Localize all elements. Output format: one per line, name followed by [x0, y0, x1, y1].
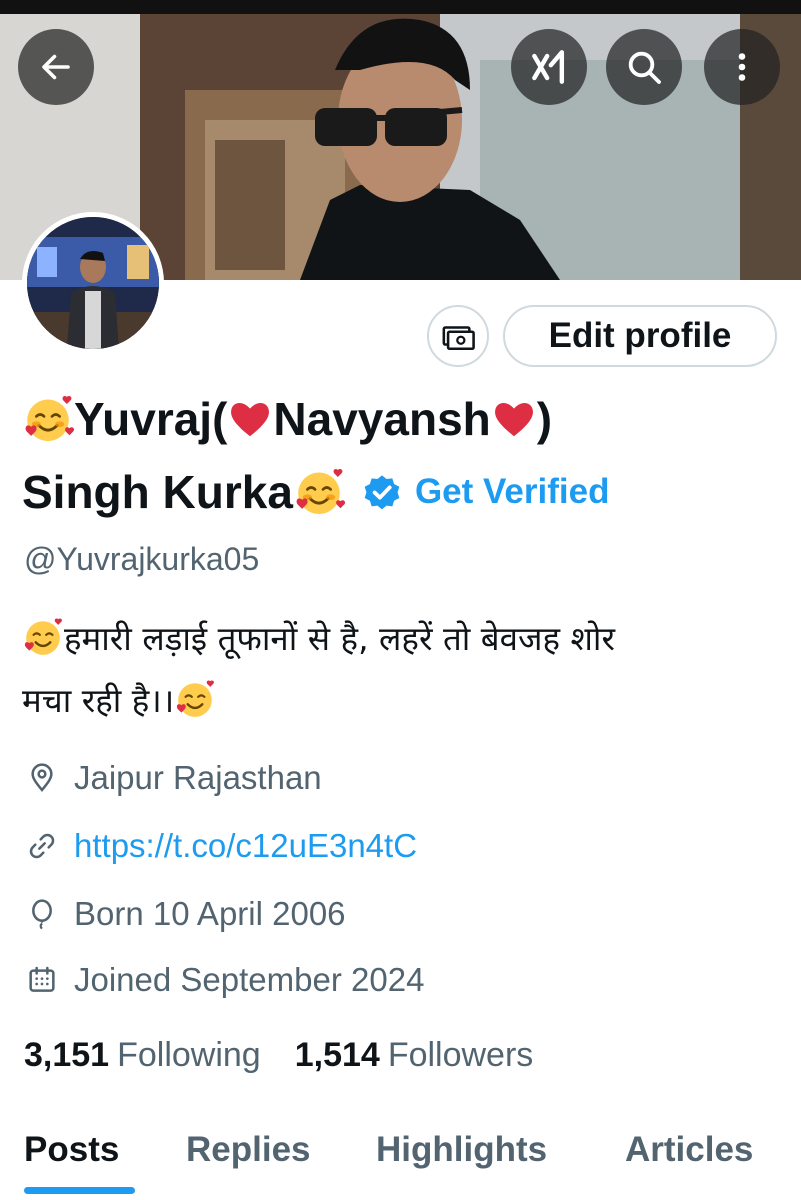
verified-badge[interactable]: [361, 471, 403, 513]
display-name-line1: Yuvraj( Navyansh ): [22, 386, 552, 452]
birthday-text: Born 10 April 2006: [74, 895, 346, 932]
red-heart-emoji: [231, 403, 270, 437]
avatar[interactable]: [22, 212, 164, 354]
location-text: Jaipur Rajasthan: [74, 759, 322, 796]
following-count: 3,151: [24, 1035, 110, 1074]
bio-line1: हमारी लड़ाई तूफानों से है, लहरें तो बेवज…: [22, 616, 782, 661]
bio-line2: मचा रही है।।: [22, 678, 782, 723]
smiling-face-with-hearts-emoji: [25, 396, 74, 442]
followers-count: 1,514: [294, 1035, 380, 1074]
active-tab-indicator: [24, 1187, 135, 1194]
get-verified-link[interactable]: Get Verified: [415, 472, 610, 512]
arrow-left-icon: [42, 54, 70, 80]
bio-text-line2: मचा रही है।।: [22, 681, 175, 720]
display-name-text-c: ): [536, 393, 553, 445]
verified-badge-icon: [364, 475, 400, 510]
profile-website[interactable]: https://t.co/c12uE3n4tC: [24, 824, 417, 868]
location-pin-icon: [24, 760, 60, 796]
following-label: Following: [117, 1035, 261, 1074]
website-link[interactable]: https://t.co/c12uE3n4tC: [74, 827, 417, 865]
display-name-text-a: Yuvraj(: [74, 393, 228, 445]
more-vertical-icon: [738, 53, 746, 81]
money-icon: [442, 326, 475, 351]
edit-profile-button[interactable]: Edit profile: [503, 305, 777, 367]
search-button[interactable]: [606, 29, 682, 105]
profile-birthday: Born 10 April 2006: [24, 892, 346, 936]
followers-link[interactable]: 1,514 Followers: [295, 1036, 534, 1075]
joined-text: Joined September 2024: [74, 961, 425, 998]
tab-highlights[interactable]: Highlights: [376, 1130, 547, 1170]
profile-tabs: Posts Replies Highlights Articles: [0, 1120, 801, 1200]
bio-text-line1: हमारी लड़ाई तूफानों से है, लहरें तो बेवज…: [64, 619, 615, 658]
tip-button[interactable]: [427, 305, 489, 367]
following-link[interactable]: 3,151 Following: [24, 1036, 261, 1075]
back-button[interactable]: [18, 29, 94, 105]
link-icon: [24, 828, 60, 864]
red-heart-emoji: [494, 403, 533, 437]
display-name-text-d: Singh Kurka: [22, 466, 293, 518]
search-icon: [628, 51, 661, 84]
display-name-line2: Singh Kurka Get Verified: [22, 459, 609, 525]
tab-replies[interactable]: Replies: [186, 1130, 311, 1170]
username-handle: @Yuvrajkurka05: [24, 541, 260, 577]
follow-stats: 3,151 Following 1,514 Followers: [24, 1032, 533, 1078]
tab-posts[interactable]: Posts: [24, 1130, 119, 1170]
profile-location: Jaipur Rajasthan: [24, 756, 322, 800]
smiling-face-with-hearts-emoji: [296, 469, 345, 515]
grok-icon: [532, 50, 565, 84]
more-options-button[interactable]: [704, 29, 780, 105]
grok-button[interactable]: [511, 29, 587, 105]
avatar-photo: [27, 217, 159, 349]
profile-joined-date: Joined September 2024: [24, 958, 424, 1002]
followers-label: Followers: [387, 1035, 534, 1074]
tab-articles[interactable]: Articles: [625, 1130, 753, 1170]
balloon-icon: [24, 896, 60, 932]
display-name-text-b: Navyansh: [273, 393, 491, 445]
smiling-face-with-hearts-emoji: [24, 618, 62, 655]
smiling-face-with-hearts-emoji: [177, 680, 215, 717]
calendar-icon: [24, 962, 60, 998]
